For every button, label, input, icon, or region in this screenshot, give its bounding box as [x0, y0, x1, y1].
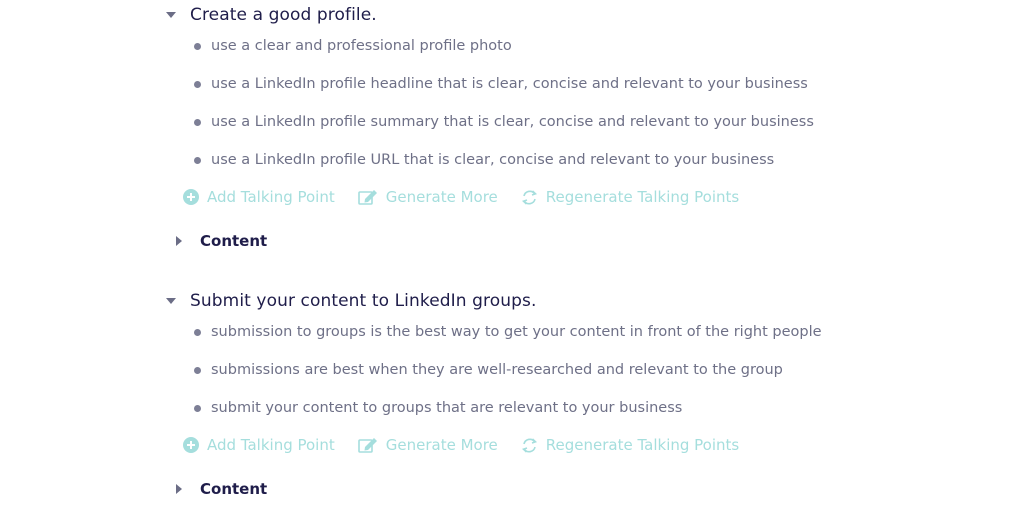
caret-down-icon[interactable] — [166, 12, 176, 18]
bullet-icon — [194, 405, 201, 412]
caret-right-icon — [176, 236, 182, 246]
regenerate-talking-points-button[interactable]: Regenerate Talking Points — [521, 436, 739, 454]
bullet-icon — [194, 119, 201, 126]
plus-circle-icon — [183, 189, 199, 205]
talking-point-actions: Add Talking Point Generate More Regenera… — [183, 434, 739, 456]
talking-point-text: use a clear and professional profile pho… — [211, 38, 512, 54]
refresh-icon — [521, 437, 538, 454]
talking-point[interactable]: submission to groups is the best way to … — [194, 321, 822, 343]
bullet-icon — [194, 157, 201, 164]
refresh-icon — [521, 189, 538, 206]
regenerate-talking-points-label: Regenerate Talking Points — [545, 436, 740, 454]
edit-icon — [357, 189, 378, 205]
edit-icon — [357, 437, 378, 453]
section-heading: Submit your content to LinkedIn groups. — [190, 291, 537, 311]
talking-point-text: submissions are best when they are well-… — [211, 362, 783, 378]
bullet-icon — [194, 367, 201, 374]
generate-more-button[interactable]: Generate More — [357, 188, 498, 206]
bullet-icon — [194, 329, 201, 336]
add-talking-point-button[interactable]: Add Talking Point — [183, 188, 335, 206]
talking-point[interactable]: use a clear and professional profile pho… — [194, 35, 512, 57]
section-heading-row[interactable]: Create a good profile. — [164, 4, 377, 26]
generate-more-button[interactable]: Generate More — [357, 436, 498, 454]
talking-point-actions: Add Talking Point Generate More Regenera… — [183, 186, 739, 208]
bullet-icon — [194, 81, 201, 88]
talking-point[interactable]: use a LinkedIn profile headline that is … — [194, 73, 808, 95]
generate-more-label: Generate More — [385, 188, 498, 206]
talking-point-text: use a LinkedIn profile summary that is c… — [211, 114, 814, 130]
talking-point-text: use a LinkedIn profile URL that is clear… — [211, 152, 775, 168]
section-heading-row[interactable]: Submit your content to LinkedIn groups. — [164, 290, 536, 312]
talking-point[interactable]: use a LinkedIn profile URL that is clear… — [194, 149, 774, 171]
add-talking-point-label: Add Talking Point — [207, 436, 335, 454]
talking-point-text: use a LinkedIn profile headline that is … — [211, 76, 808, 92]
caret-down-icon[interactable] — [166, 298, 176, 304]
talking-point-text: submit your content to groups that are r… — [211, 400, 683, 416]
add-talking-point-label: Add Talking Point — [207, 188, 335, 206]
plus-circle-icon — [183, 437, 199, 453]
content-toggle[interactable]: Content — [176, 478, 267, 500]
content-label: Content — [200, 480, 268, 498]
talking-point[interactable]: submissions are best when they are well-… — [194, 359, 783, 381]
regenerate-talking-points-label: Regenerate Talking Points — [545, 188, 740, 206]
content-label: Content — [200, 232, 268, 250]
bullet-icon — [194, 43, 201, 50]
talking-point[interactable]: submit your content to groups that are r… — [194, 397, 682, 419]
talking-point[interactable]: use a LinkedIn profile summary that is c… — [194, 111, 814, 133]
content-toggle[interactable]: Content — [176, 230, 267, 252]
generate-more-label: Generate More — [385, 436, 498, 454]
add-talking-point-button[interactable]: Add Talking Point — [183, 436, 335, 454]
caret-right-icon — [176, 484, 182, 494]
section-heading: Create a good profile. — [190, 5, 377, 25]
talking-point-text: submission to groups is the best way to … — [211, 324, 822, 340]
regenerate-talking-points-button[interactable]: Regenerate Talking Points — [521, 188, 739, 206]
